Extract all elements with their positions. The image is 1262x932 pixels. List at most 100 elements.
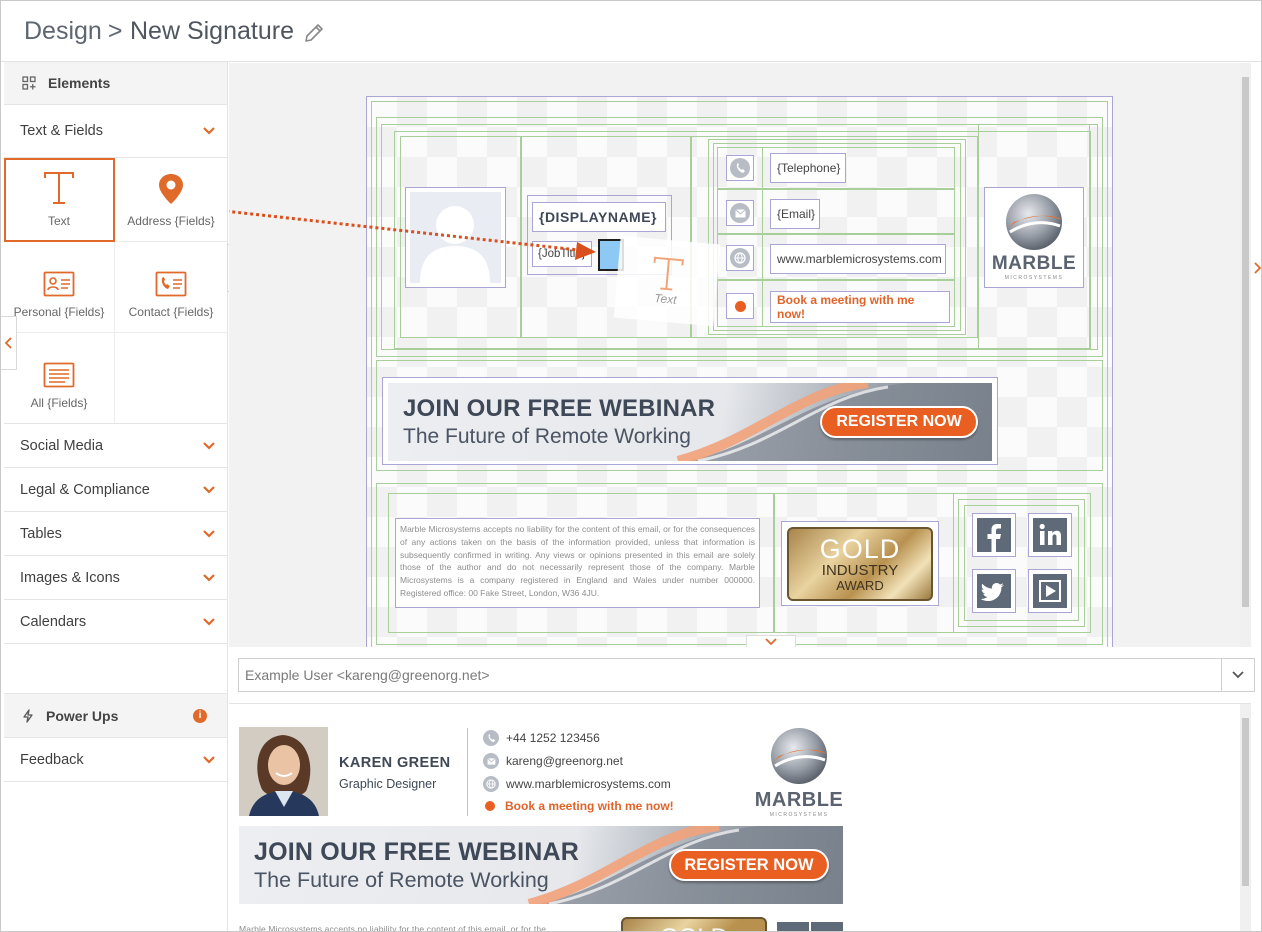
banner-heading: JOIN OUR FREE WEBINAR	[254, 838, 580, 866]
meeting-dot-icon	[734, 300, 746, 312]
email-icon-cell[interactable]	[726, 200, 754, 226]
preview-website-link[interactable]: www.marblemicrosystems.com	[506, 777, 671, 791]
preview-email-row: kareng@greenorg.net	[483, 753, 623, 769]
preview-logo: MARBLE MICROSYSTEMS	[749, 724, 849, 818]
email-icon	[483, 753, 499, 769]
tile-empty	[115, 333, 227, 423]
facebook-cell[interactable]	[972, 513, 1016, 557]
youtube-cell[interactable]	[1028, 569, 1072, 613]
register-now-button[interactable]: REGISTER NOW	[820, 406, 978, 438]
power-ups-label: Power Ups	[46, 707, 119, 724]
preview-social-snippet	[777, 922, 843, 931]
preview-phone-row: +44 1252 123456	[483, 730, 600, 746]
tile-address-fields[interactable]: Address {Fields}	[115, 158, 227, 242]
lightning-icon	[23, 708, 33, 723]
expand-preview-tab[interactable]	[746, 635, 796, 647]
accordion-text-fields[interactable]: Text & Fields	[4, 105, 227, 158]
play-icon	[1033, 574, 1067, 608]
accordion-tables[interactable]: Tables	[4, 512, 227, 556]
preview-meeting-row: Book a meeting with me now!	[485, 799, 674, 813]
preview-photo	[239, 727, 328, 816]
logo-name-text: MARBLE	[991, 253, 1077, 274]
page-title: New Signature	[130, 17, 294, 45]
preview-user-select[interactable]: Example User <kareng@greenorg.net>	[238, 658, 1255, 692]
tile-personal-fields[interactable]: Personal {Fields}	[4, 242, 115, 333]
chevron-down-icon	[203, 127, 215, 135]
phone-icon	[730, 158, 750, 178]
banner-subheading: The Future of Remote Working	[254, 868, 549, 892]
tile-label: Address {Fields}	[127, 214, 215, 228]
chevron-down-icon	[203, 529, 215, 538]
preview-user-dropdown-button[interactable]	[1221, 659, 1254, 691]
preview-meeting-link[interactable]: Book a meeting with me now!	[505, 799, 674, 813]
linkedin-icon	[1033, 518, 1067, 552]
preview-scrollbar[interactable]	[1240, 704, 1251, 931]
tile-label: Personal {Fields}	[13, 305, 105, 319]
chevron-down-icon	[203, 755, 215, 764]
accordion-social-media[interactable]: Social Media	[4, 424, 227, 468]
tile-label: Text	[47, 214, 70, 228]
telephone-text: {Telephone}	[777, 161, 841, 175]
page-header: Design > New Signature	[1, 1, 1261, 62]
accordion-images-icons[interactable]: Images & Icons	[4, 556, 227, 600]
phone-icon-cell[interactable]	[726, 155, 754, 181]
collapse-right-panel-tab[interactable]	[1251, 251, 1261, 285]
linkedin-cell[interactable]	[1028, 513, 1072, 557]
preview-webinar-banner[interactable]: JOIN OUR FREE WEBINAR The Future of Remo…	[239, 826, 843, 904]
preview-divider	[467, 728, 468, 816]
webinar-banner[interactable]: JOIN OUR FREE WEBINAR The Future of Remo…	[388, 383, 992, 461]
canvas-scrollbar[interactable]	[1240, 63, 1251, 647]
elements-header: Elements	[4, 62, 227, 105]
website-field[interactable]: www.marblemicrosystems.com	[770, 244, 946, 274]
email-text: {Email}	[777, 207, 816, 221]
tile-contact-fields[interactable]: Contact {Fields}	[115, 242, 227, 333]
gold-award-badge: GOLD INDUSTRY AWARD	[787, 527, 933, 601]
disclaimer-cell[interactable]: Marble Microsystems accepts no liability…	[395, 518, 760, 608]
drag-arrow	[229, 209, 596, 260]
all-fields-icon	[43, 362, 75, 388]
elements-sidebar: Elements Text & Fields Text Address {Fie…	[4, 62, 228, 931]
twitter-cell[interactable]	[972, 569, 1016, 613]
phone-icon	[483, 730, 499, 746]
tile-label: Contact {Fields}	[128, 305, 214, 319]
banner-heading: JOIN OUR FREE WEBINAR	[403, 395, 716, 422]
tile-text[interactable]: Text	[4, 158, 115, 242]
elements-grid-icon	[22, 76, 36, 90]
preview-user-value: Example User <kareng@greenorg.net>	[245, 667, 490, 683]
preview-scrollbar-thumb[interactable]	[1242, 718, 1249, 886]
text-icon	[653, 256, 684, 291]
telephone-field[interactable]: {Telephone}	[770, 153, 846, 183]
logo-cell[interactable]: MARBLE MICROSYSTEMS	[984, 187, 1084, 288]
chevron-down-icon	[765, 638, 777, 646]
logo-sub-text: MICROSYSTEMS	[1004, 275, 1064, 281]
logo-sub-text: MICROSYSTEMS	[769, 812, 829, 818]
sidebar-spacer	[4, 644, 227, 694]
award-industry-text: INDUSTRY	[821, 562, 899, 579]
signature-designer-app: Design > New Signature Elements Text & Fi…	[0, 0, 1262, 932]
email-field[interactable]: {Email}	[770, 199, 820, 229]
design-canvas[interactable]: {DISPLAYNAME} {JobTitle} Text {Telephone…	[229, 63, 1251, 647]
website-text: www.marblemicrosystems.com	[777, 252, 942, 266]
info-icon[interactable]: i	[193, 708, 207, 723]
id-card-icon	[43, 271, 75, 297]
preview-phone-text: +44 1252 123456	[506, 731, 600, 745]
accordion-feedback[interactable]: Feedback	[4, 738, 227, 782]
collapse-left-panel-tab[interactable]	[1, 316, 17, 370]
meeting-icon-cell[interactable]	[726, 293, 754, 319]
accordion-legal-compliance[interactable]: Legal & Compliance	[4, 468, 227, 512]
register-now-button[interactable]: REGISTER NOW	[669, 849, 829, 881]
accordion-label: Social Media	[20, 437, 104, 454]
preview-web-row: www.marblemicrosystems.com	[483, 776, 671, 792]
canvas-scrollbar-thumb[interactable]	[1242, 77, 1249, 607]
breadcrumb-design-link[interactable]: Design	[24, 17, 102, 45]
meeting-link-field[interactable]: Book a meeting with me now!	[770, 291, 950, 323]
edit-pencil-icon[interactable]	[303, 22, 325, 44]
preview-email-link[interactable]: kareng@greenorg.net	[506, 754, 623, 768]
marble-logo-sphere-icon	[771, 728, 827, 784]
award-cell[interactable]: GOLD INDUSTRY AWARD	[781, 521, 939, 606]
web-icon-cell[interactable]	[726, 245, 754, 271]
tile-all-fields[interactable]: All {Fields}	[4, 333, 115, 423]
power-ups-header[interactable]: Power Ups i	[4, 694, 227, 738]
chevron-left-icon	[4, 337, 12, 349]
accordion-calendars[interactable]: Calendars	[4, 600, 227, 644]
